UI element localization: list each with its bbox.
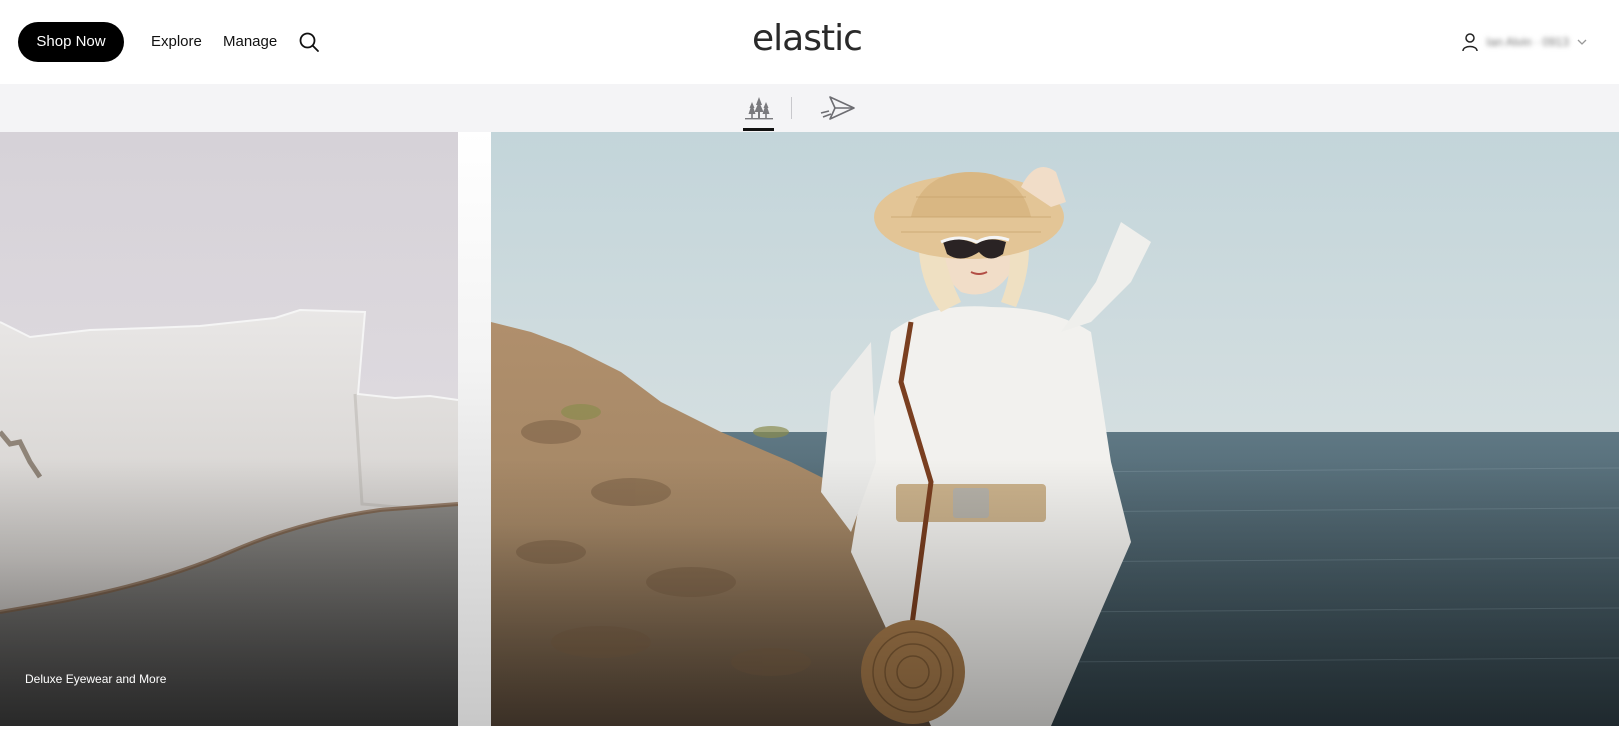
elastic-logo[interactable]: elastic bbox=[752, 18, 863, 59]
hero-slide-cliffs[interactable]: Deluxe Eyewear and More bbox=[0, 132, 458, 726]
account-name: Ian Alvin · 0913 bbox=[1486, 35, 1569, 49]
trees-logo-icon bbox=[745, 97, 773, 120]
brand-tab-trees[interactable] bbox=[743, 84, 775, 132]
summer-model-photo bbox=[491, 132, 1619, 726]
brand-switcher bbox=[0, 84, 1619, 132]
brand-divider bbox=[791, 97, 792, 119]
paper-plane-logo-icon bbox=[820, 96, 855, 120]
hero-slide-summer-look[interactable] bbox=[491, 132, 1619, 726]
hero-slide-caption[interactable]: Deluxe Eyewear and More bbox=[25, 672, 166, 686]
active-brand-underline bbox=[743, 128, 774, 131]
search-icon[interactable] bbox=[298, 31, 320, 53]
nav-manage-link[interactable]: Manage bbox=[223, 33, 277, 50]
page-bottom bbox=[0, 726, 1619, 736]
hero-carousel: Deluxe Eyewear and More bbox=[0, 132, 1619, 726]
slide-gap bbox=[458, 132, 491, 726]
brand-tab-plane[interactable] bbox=[818, 84, 858, 132]
nav-explore-link[interactable]: Explore bbox=[151, 33, 202, 50]
account-menu[interactable]: Ian Alvin · 0913 bbox=[1462, 30, 1587, 54]
user-icon bbox=[1462, 33, 1479, 52]
chevron-down-icon bbox=[1577, 39, 1587, 45]
shop-now-button[interactable]: Shop Now bbox=[18, 22, 124, 62]
cliffs-photo bbox=[0, 132, 458, 726]
top-header: Shop Now Explore Manage elastic Ian Alvi… bbox=[0, 0, 1619, 84]
